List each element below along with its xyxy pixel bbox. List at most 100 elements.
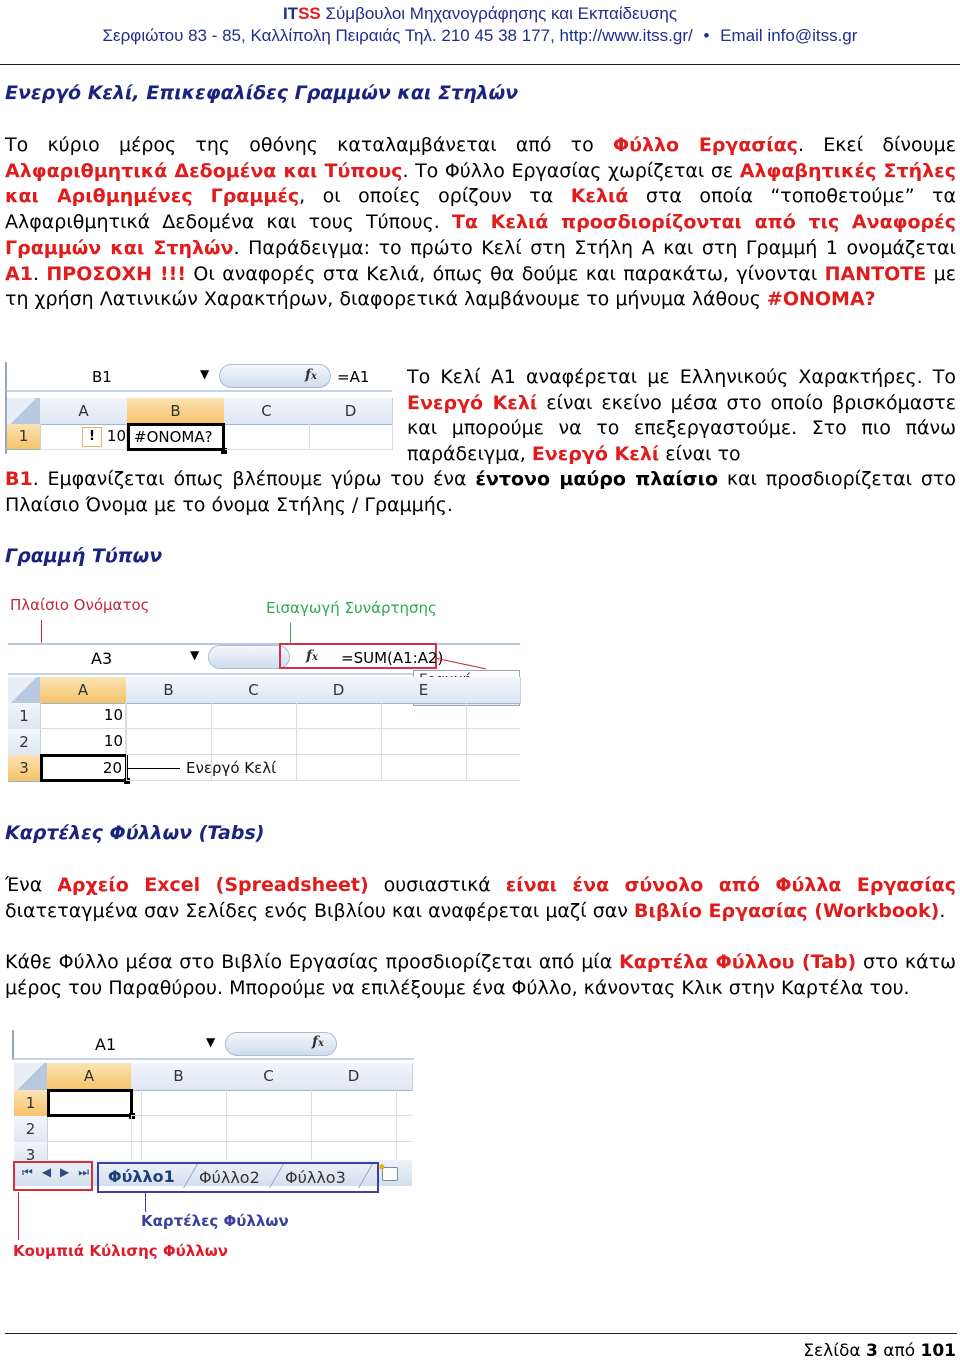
cell-d1[interactable] (309, 424, 393, 450)
page-label: Σελίδα (803, 1341, 861, 1361)
name-box-dropdown-icon[interactable]: ▼ (200, 367, 209, 381)
paragraph-workbook: Ένα Αρχείο Excel (Spreadsheet) ουσιαστικ… (5, 873, 956, 924)
cell-a2[interactable]: 10 (40, 729, 126, 755)
column-header-c[interactable]: C (211, 677, 297, 704)
active-cell-a3[interactable]: 20 (40, 754, 128, 782)
column-header-f[interactable] (466, 677, 521, 704)
section-heading-sheet-tabs: Καρτέλες Φύλλων (Tabs) (5, 822, 265, 844)
row-header-2[interactable]: 2 (8, 729, 41, 756)
cell-a1[interactable]: 10 (40, 703, 126, 729)
text-run: Κάθε Φύλλο μέσα στο Βιβλίο Εργασίας προσ… (5, 951, 620, 973)
paragraph-sheet-tabs: Κάθε Φύλλο μέσα στο Βιβλίο Εργασίας προσ… (5, 950, 956, 1001)
first-sheet-icon[interactable]: ⏮ (22, 1165, 42, 1179)
annotation-line-sheet-tabs (145, 1192, 146, 1212)
text-run: . Εκεί δίνουμε (797, 134, 956, 156)
header-address[interactable]: Σερφιώτου 83 - 85, Καλλίπολη Πειραιάς Τη… (103, 26, 693, 45)
insert-function-icon[interactable]: fx (305, 367, 317, 383)
formula-bar-pill (208, 645, 290, 669)
column-header-a[interactable]: A (40, 398, 128, 425)
select-all-corner[interactable] (14, 1063, 48, 1091)
annotation-sheet-tabs: Καρτέλες Φύλλων (141, 1212, 289, 1230)
text-run: Ένα (5, 874, 58, 896)
text-run: Το κύριο μέρος της οθόνης καταλαμβάνεται… (5, 134, 613, 156)
paragraph-active-cell: Το Κελί Α1 αναφέρεται με Ελληνικούς Χαρα… (407, 365, 956, 468)
active-cell-a1[interactable] (47, 1089, 133, 1117)
column-header-d[interactable]: D (296, 677, 382, 704)
footer-divider (5, 1333, 957, 1334)
text-run: . (32, 262, 47, 285)
column-header-d[interactable]: D (311, 1063, 397, 1091)
current-page: 3 (866, 1341, 878, 1361)
active-cell-b1[interactable]: #ONOMA? (127, 423, 225, 451)
column-header-b[interactable]: B (126, 677, 212, 704)
name-box-dropdown-icon[interactable]: ▼ (190, 648, 199, 662)
highlighted-term: #ΟΝΟΜΑ? (766, 288, 876, 311)
sheet-tab-2[interactable]: Φύλλο2 (199, 1168, 260, 1187)
column-header-e[interactable]: E (381, 677, 467, 704)
highlighted-term: ΠΡΟΣΟΧΗ !!! (46, 262, 187, 285)
row-header-3[interactable]: 3 (8, 755, 41, 782)
grid-cells (131, 1090, 412, 1160)
name-box[interactable]: A1 (95, 1035, 116, 1054)
name-box[interactable]: B1 (92, 368, 112, 386)
total-pages: 101 (920, 1341, 957, 1361)
sheet-tab-1[interactable]: Φύλλο1 (108, 1167, 175, 1186)
column-header-d[interactable]: D (309, 398, 393, 425)
page-number: Σελίδα 3 από 101 (803, 1341, 956, 1361)
grid-cells-a (47, 1116, 132, 1160)
name-box[interactable]: A3 (91, 649, 112, 668)
section-heading-active-cell: Ενεργό Κελί, Επικεφαλίδες Γραμμών και Στ… (5, 82, 519, 104)
formula-input[interactable]: =SUM(A1:A2) (341, 649, 443, 667)
annotation-line-name-box (41, 620, 42, 645)
text-run: . Παράδειγμα: το πρώτο Κελί στη Στήλη Α … (233, 236, 956, 259)
highlighted-term: ΠΑΝΤΟΤΕ (824, 262, 927, 285)
column-header-a[interactable]: A (47, 1063, 132, 1091)
grid-cells (126, 703, 520, 781)
prev-sheet-icon[interactable]: ◀ (42, 1165, 60, 1179)
paragraph-active-cell-cont: Β1. Εμφανίζεται όπως βλέπουμε γύρω του έ… (5, 467, 956, 518)
row-header-2[interactable]: 2 (14, 1116, 48, 1143)
column-header-b[interactable]: B (131, 1063, 227, 1091)
row-header-1[interactable]: 1 (7, 424, 41, 450)
excel-screenshot-sheet-tabs: A1 ▼ fx A B C D 1 2 3 ⏮◀▶⏭ Φύλλο1 Φύλλο2… (12, 1030, 414, 1193)
text-run: ουσιαστικά (368, 874, 506, 896)
column-header-c[interactable]: C (226, 1063, 312, 1091)
text-run: Οι αναφορές στα Κελιά, όπως θα δούμε και… (186, 262, 825, 285)
highlighted-term: είναι ένα σύνολο από Φύλλα Εργασίας (505, 874, 956, 896)
insert-function-icon[interactable]: fx (312, 1034, 324, 1050)
brand-logo-ss: SS (298, 4, 321, 23)
row-header-3[interactable]: 3 (14, 1142, 48, 1161)
name-box-dropdown-icon[interactable]: ▼ (206, 1035, 215, 1049)
annotation-name-box: Πλαίσιο Ονόματος (10, 596, 150, 614)
last-sheet-icon[interactable]: ⏭ (78, 1165, 98, 1179)
text-run: διατεταγμένα σαν Σελίδες ενός Βιβλίου κα… (5, 899, 634, 922)
highlighted-term: Καρτέλα Φύλλου (Tab) (619, 951, 857, 973)
header-title: ITSS Σύμβουλοι Μηχανογράφησης και Εκπαίδ… (0, 4, 960, 24)
error-warning-icon[interactable]: ! (82, 427, 102, 447)
cell-a1[interactable]: ! 10 (40, 424, 127, 450)
header-divider (0, 64, 960, 65)
highlighted-term: Α1 (5, 262, 33, 285)
email-link[interactable]: info@itss.gr (767, 26, 857, 45)
brand-logo-it: IT (282, 4, 299, 23)
highlighted-term: Ενεργό Κελί (531, 443, 660, 466)
column-header-e[interactable] (396, 1063, 413, 1091)
email-label: Email (720, 26, 763, 45)
cell-c1[interactable] (225, 424, 310, 450)
insert-function-icon[interactable]: fx (306, 648, 318, 664)
column-header-a[interactable]: A (40, 677, 127, 704)
header-company-name: Σύμβουλοι Μηχανογράφησης και Εκπαίδευσης (320, 4, 678, 23)
paragraph-intro: Το κύριο μέρος της οθόνης καταλαμβάνεται… (5, 133, 956, 313)
formula-input[interactable]: =A1 (337, 368, 369, 386)
column-header-b[interactable]: B (127, 398, 225, 425)
sheet-tab-3[interactable]: Φύλλο3 (285, 1168, 346, 1187)
select-all-corner[interactable] (7, 398, 41, 425)
row-header-1[interactable]: 1 (14, 1090, 48, 1117)
next-sheet-icon[interactable]: ▶ (60, 1165, 78, 1179)
text-run: Το Κελί Α1 αναφέρεται με Ελληνικούς Χαρα… (407, 366, 956, 388)
row-header-1[interactable]: 1 (8, 703, 41, 730)
column-header-c[interactable]: C (224, 398, 310, 425)
highlighted-term: Βιβλίο Εργασίας (Workbook) (633, 899, 940, 922)
section-heading-formula-bar: Γραμμή Τύπων (5, 545, 163, 567)
select-all-corner[interactable] (8, 677, 41, 704)
